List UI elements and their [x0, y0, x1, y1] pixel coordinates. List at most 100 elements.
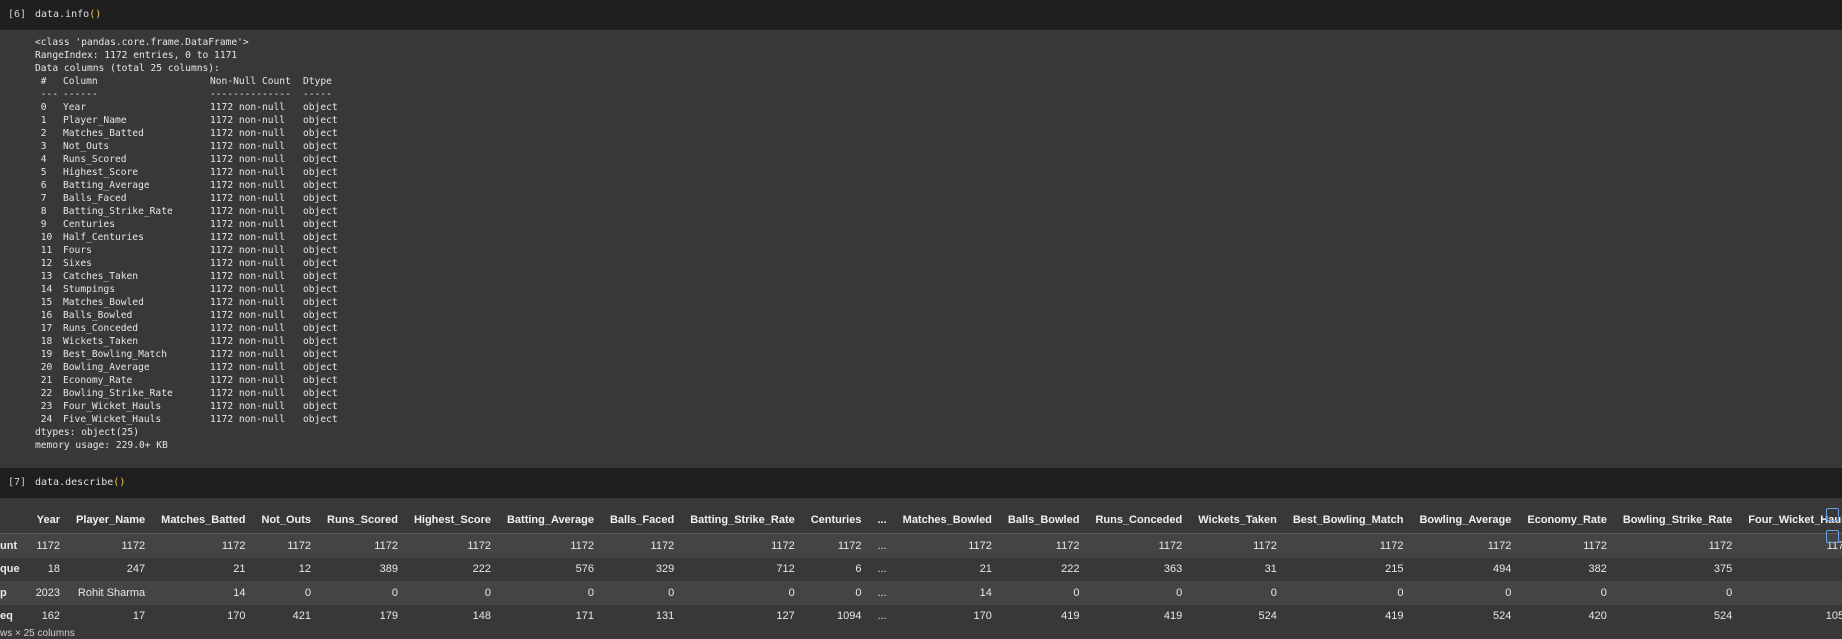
info-nonnull: 1172 non-null: [210, 284, 286, 295]
column-header: Best_Bowling_Match: [1284, 507, 1412, 534]
column-header: Player_Name: [68, 507, 154, 534]
info-column-name: Bowling_Average: [63, 362, 150, 373]
table-row: que 18 247 21 12 389 222 576 329 712 6... 21 222 363 3…: [0, 558, 1842, 582]
info-index: 23: [35, 401, 53, 412]
info-dtype: object: [303, 401, 338, 412]
info-column-name: Bowling_Strike_Rate: [63, 388, 173, 399]
info-row: 2 Matches_Batted 1172 non-null object: [35, 127, 338, 140]
table-cell: 0: [1284, 581, 1412, 605]
info-index: 0: [35, 102, 47, 113]
info-output: <class 'pandas.core.frame.DataFrame'> Ran…: [35, 36, 338, 452]
info-index: 16: [35, 310, 53, 321]
info-column-name: Batting_Strike_Rate: [63, 206, 173, 217]
table-cell: 576: [575, 563, 594, 576]
table-cell: Rohit Sharma: [68, 581, 154, 605]
info-nonnull: 1172 non-null: [210, 388, 286, 399]
table-cell: 389: [379, 563, 398, 576]
info-column-name: Wickets_Taken: [63, 336, 139, 347]
table-cell: 0: [1519, 581, 1615, 605]
info-dtype: object: [303, 232, 338, 243]
column-header: Highest_Score: [405, 507, 499, 534]
table-cell: 1172: [894, 533, 1000, 558]
code-cell-input-6[interactable]: [6] data.info(): [0, 0, 1842, 30]
table-cell: 1172: [1614, 533, 1741, 558]
info-dtype: object: [303, 375, 338, 386]
paren-close: ): [119, 477, 126, 488]
paren-close: ): [95, 9, 102, 20]
info-dtype: object: [303, 141, 338, 152]
info-index: 4: [35, 154, 47, 165]
table-cell: 31: [1264, 563, 1277, 576]
info-header-line: RangeIndex: 1172 entries, 0 to 1171: [35, 50, 238, 61]
info-dtype: object: [303, 206, 338, 217]
table-cell: 1172: [682, 533, 803, 558]
info-column-name: Stumpings: [63, 284, 115, 295]
info-row: 17 Runs_Conceded 1172 non-null object: [35, 322, 338, 335]
ellipsis-cell: ...: [877, 610, 887, 623]
table-cell: 382: [1588, 563, 1607, 576]
table-cell: 1172: [153, 533, 254, 558]
info-nonnull: 1172 non-null: [210, 336, 286, 347]
execution-count: [6]: [8, 9, 27, 20]
column-header: Batting_Strike_Rate: [682, 507, 803, 534]
table-cell: 1172: [999, 533, 1088, 558]
info-nonnull: 1172 non-null: [210, 375, 286, 386]
info-row: 14 Stumpings 1172 non-null object: [35, 283, 338, 296]
table-cell: 1094: [837, 610, 862, 623]
info-dtype: Dtype: [303, 76, 332, 87]
info-nonnull: 1172 non-null: [210, 206, 286, 217]
info-nonnull: 1172 non-null: [210, 115, 286, 126]
table-cell: 0: [1411, 581, 1520, 605]
info-dtype: object: [303, 414, 338, 425]
info-index: 5: [35, 167, 47, 178]
info-row: 6 Batting_Average 1172 non-null object: [35, 179, 338, 192]
info-header-line: <class 'pandas.core.frame.DataFrame'>: [35, 37, 249, 48]
code-call: data.describe: [35, 477, 114, 488]
code-text[interactable]: data.info(): [35, 9, 101, 20]
info-row: 10 Half_Centuries 1172 non-null object: [35, 231, 338, 244]
code-text[interactable]: data.describe(): [35, 477, 125, 488]
table-icon[interactable]: [1826, 508, 1839, 521]
ellipsis-cell: ...: [869, 533, 895, 558]
info-index: 15: [35, 297, 53, 308]
info-dtype: object: [303, 219, 338, 230]
info-nonnull: 1172 non-null: [210, 414, 286, 425]
table-cell: 0: [1740, 581, 1842, 605]
table-cell: 0: [1087, 581, 1191, 605]
info-index: 14: [35, 284, 53, 295]
table-cell: 162: [41, 610, 61, 623]
info-dtype: object: [303, 128, 338, 139]
table-cell: 0: [405, 581, 499, 605]
index-header: [0, 507, 28, 534]
info-row: 15 Matches_Bowled 1172 non-null object: [35, 296, 338, 309]
info-row: 13 Catches_Taken 1172 non-null object: [35, 270, 338, 283]
table-cell: 0: [999, 581, 1088, 605]
info-nonnull: 1172 non-null: [210, 167, 286, 178]
ellipsis-cell: ...: [877, 563, 887, 576]
table-cell: 18: [47, 563, 61, 576]
info-nonnull: 1172 non-null: [210, 245, 286, 256]
column-header: Runs_Conceded: [1087, 507, 1191, 534]
table-cell: 0: [802, 581, 870, 605]
info-col-header: # Column Non-Null Count Dtype: [35, 75, 338, 88]
table-cell: 0: [253, 581, 320, 605]
info-nonnull: 1172 non-null: [210, 297, 286, 308]
table-cell: 1172: [1519, 533, 1615, 558]
info-dtype: object: [303, 102, 338, 113]
info-nonnull: 1172 non-null: [210, 193, 286, 204]
chart-icon[interactable]: [1826, 530, 1839, 543]
code-cell-input-7[interactable]: [7] data.describe(): [0, 468, 1842, 498]
table-row: eq 162 17 170 421 179 148 171 131 127 1094... 170 41…: [0, 605, 1842, 629]
info-col-separator: --- ------ -------------- -----: [35, 88, 338, 101]
info-column-name: Runs_Conceded: [63, 323, 139, 334]
info-column-name: Economy_Rate: [63, 375, 133, 386]
info-index: 1: [35, 115, 47, 126]
ellipsis-cell: ...: [869, 581, 895, 605]
execution-count: [7]: [8, 477, 27, 488]
info-column-name: Balls_Bowled: [63, 310, 133, 321]
info-nonnull: 1172 non-null: [210, 271, 286, 282]
info-column-name: Sixes: [63, 258, 92, 269]
info-column-name: Runs_Scored: [63, 154, 127, 165]
table-cell: 0: [1190, 581, 1285, 605]
column-header: Runs_Scored: [319, 507, 406, 534]
